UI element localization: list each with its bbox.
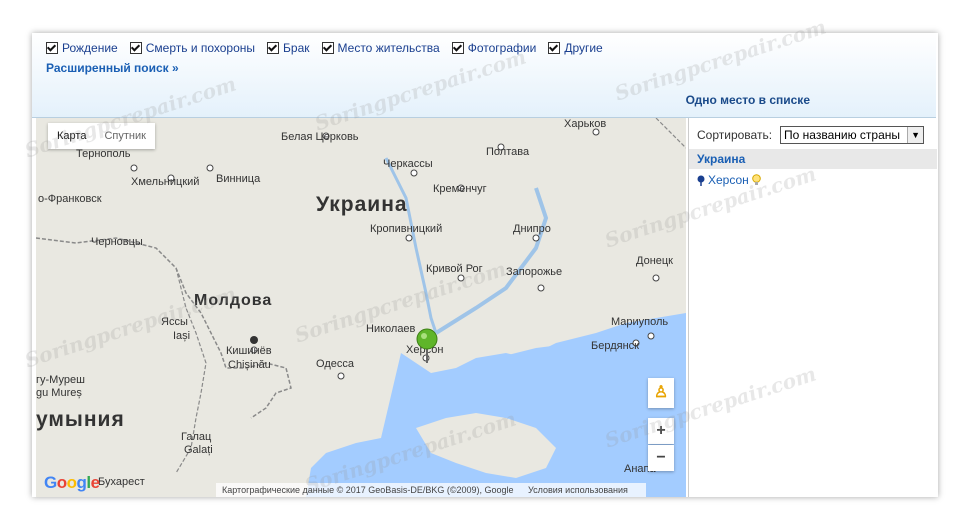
sort-label: Сортировать: bbox=[697, 128, 773, 142]
checkbox[interactable] bbox=[267, 42, 280, 54]
city-label: Кропивницкий bbox=[370, 223, 443, 235]
filter-label: Рождение bbox=[62, 41, 118, 55]
city-label: Iași bbox=[173, 330, 191, 342]
capital-dot bbox=[250, 336, 258, 344]
city-label: Николаев bbox=[366, 323, 416, 335]
places-count: Одно место в списке bbox=[685, 93, 810, 107]
map-attribution: Картографические данные © 2017 GeoBasis-… bbox=[216, 483, 646, 497]
filter-residence[interactable]: Место жительства bbox=[321, 41, 440, 55]
city-label: Яссы bbox=[161, 316, 188, 328]
checkbox[interactable] bbox=[451, 42, 464, 54]
filter-label: Смерть и похороны bbox=[145, 41, 256, 55]
places-sidebar: Сортировать: По названию страны ▼ Украин… bbox=[688, 118, 937, 497]
country-group-header[interactable]: Украина bbox=[689, 149, 937, 169]
sort-row: Сортировать: По названию страны ▼ bbox=[697, 126, 925, 144]
filter-label: Брак bbox=[283, 41, 310, 55]
city-label: о-Франковск bbox=[38, 193, 102, 205]
city-label: Полтава bbox=[486, 146, 530, 158]
filter-birth[interactable]: Рождение bbox=[46, 41, 118, 55]
checkbox[interactable] bbox=[46, 42, 58, 54]
place-name[interactable]: Херсон bbox=[708, 173, 749, 187]
google-logo: Google bbox=[44, 473, 100, 492]
city-label: Донецк bbox=[636, 255, 673, 267]
city-label: гу-Муреш bbox=[36, 374, 85, 386]
city-label: Galați bbox=[184, 444, 213, 456]
filter-label: Место жительства bbox=[337, 41, 440, 55]
map-type-map[interactable]: Карта bbox=[48, 123, 95, 149]
map-pin-icon bbox=[697, 175, 705, 186]
checkbox[interactable] bbox=[548, 42, 561, 54]
checkbox[interactable] bbox=[321, 42, 334, 54]
city-label: Мариуполь bbox=[611, 316, 669, 328]
chevron-down-icon[interactable]: ▼ bbox=[907, 127, 924, 143]
city-label: Бердянск bbox=[591, 340, 639, 352]
country-label-ukraine: Украина bbox=[316, 193, 408, 216]
city-label: Черкассы bbox=[383, 158, 433, 170]
city-label: Запорожье bbox=[506, 266, 563, 278]
map-type-control: Карта Спутник bbox=[48, 123, 155, 149]
city-label: Кишинёв bbox=[226, 345, 272, 357]
advanced-search-link[interactable]: Расширенный поиск » bbox=[46, 61, 179, 75]
filter-other[interactable]: Другие bbox=[548, 41, 603, 55]
attribution-text: Картографические данные © 2017 GeoBasis-… bbox=[222, 485, 514, 495]
filter-label: Другие bbox=[564, 41, 603, 55]
country-label-romania: умыния bbox=[36, 408, 125, 431]
city-label: Днипро bbox=[513, 223, 551, 235]
city-label: Хмельницкий bbox=[131, 176, 200, 188]
city-label: Кривой Рог bbox=[426, 263, 483, 275]
zoom-in-button[interactable]: + bbox=[648, 418, 674, 444]
city-label: gu Mureș bbox=[36, 387, 82, 399]
filter-label: Фотографии bbox=[467, 41, 537, 55]
terms-link[interactable]: Условия использования bbox=[528, 485, 628, 495]
app-frame: Рождение Смерть и похороны Брак Место жи… bbox=[32, 33, 938, 497]
city-label: Chișinău bbox=[228, 359, 271, 371]
map-marker-icon[interactable] bbox=[414, 328, 440, 364]
city-label: Кременчуг bbox=[433, 183, 487, 195]
country-label-moldova: Молдова bbox=[194, 292, 273, 309]
map-type-satellite[interactable]: Спутник bbox=[95, 123, 154, 149]
city-label: Бухарест bbox=[98, 476, 145, 488]
filter-photos[interactable]: Фотографии bbox=[451, 41, 537, 55]
zoom-out-button[interactable]: − bbox=[648, 445, 674, 471]
city-label: Галац bbox=[181, 431, 212, 443]
map-canvas bbox=[36, 118, 686, 497]
sort-select[interactable]: По названию страны ▼ bbox=[780, 126, 925, 144]
event-type-filters: Рождение Смерть и похороны Брак Место жи… bbox=[46, 41, 603, 55]
city-label: Белая Церковь bbox=[281, 131, 359, 143]
street-view-pegman-icon[interactable]: ♙ bbox=[648, 378, 674, 408]
lightbulb-icon bbox=[751, 174, 761, 185]
filter-death[interactable]: Смерть и похороны bbox=[129, 41, 256, 55]
city-label: Харьков bbox=[564, 118, 607, 130]
checkbox[interactable] bbox=[129, 42, 142, 54]
filter-marriage[interactable]: Брак bbox=[267, 41, 310, 55]
sort-select-value: По названию страны bbox=[784, 128, 901, 142]
city-label: Одесса bbox=[316, 358, 354, 370]
city-label: Черновцы bbox=[91, 236, 143, 248]
city-label: Винница bbox=[216, 173, 261, 185]
city-label: Тернополь bbox=[76, 148, 131, 160]
map-view[interactable]: Карта Спутник Харьков Белая Церковь Терн… bbox=[36, 118, 686, 497]
filter-bar: Рождение Смерть и похороны Брак Место жи… bbox=[32, 33, 936, 118]
place-list-item[interactable]: Херсон bbox=[697, 173, 761, 187]
